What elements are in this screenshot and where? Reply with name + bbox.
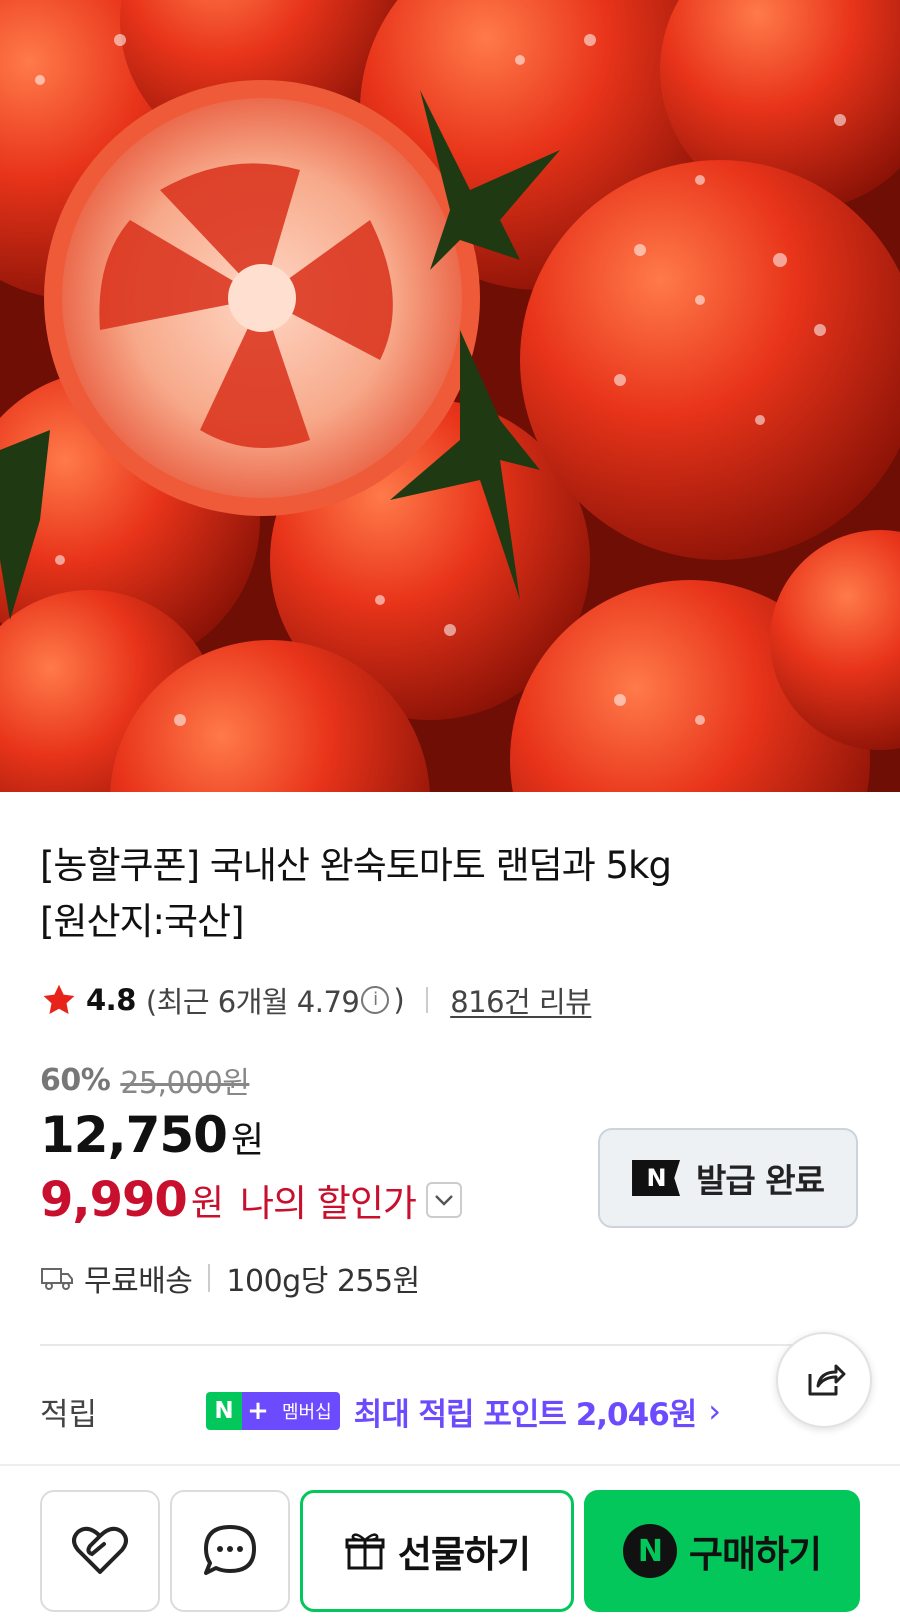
delivery-type: 무료배송 (84, 1264, 193, 1299)
review-count-link[interactable]: 816건 리뷰 (450, 979, 592, 1021)
points-row[interactable]: 적립 N + 멤버십 최대 적립 포인트 2,046원 › (40, 1386, 780, 1436)
gift-icon (345, 1533, 385, 1570)
sale-price-currency: 원 (230, 1120, 265, 1161)
naver-pay-n-icon: N (622, 1524, 677, 1578)
share-button[interactable] (776, 1332, 872, 1428)
shipping-row: 무료배송 100g당 255원 (40, 1258, 420, 1299)
product-image[interactable] (0, 0, 900, 792)
buy-button[interactable]: N 구매하기 (584, 1490, 860, 1612)
product-title-line1: [농할쿠폰] 국내산 완숙토마토 랜덤과 5kg (40, 844, 672, 887)
chevron-right-icon: › (708, 1392, 722, 1430)
rating-row: 4.8 (최근 6개월 4.79 i ) 816건 리뷰 (40, 979, 592, 1021)
coupon-issued-button[interactable]: N 발급 완료 (598, 1128, 858, 1228)
unit-price: 100g당 255원 (226, 1264, 420, 1299)
product-title-line2: [원산지:국산] (40, 900, 245, 943)
info-icon[interactable]: i (361, 986, 390, 1014)
points-label: 적립 (40, 1396, 98, 1433)
shipping-divider (208, 1264, 211, 1292)
membership-n-icon: N (206, 1392, 242, 1430)
my-price: 9,990 (40, 1172, 188, 1228)
sale-price: 12,750 (40, 1106, 228, 1164)
buy-button-label: 구매하기 (688, 1533, 822, 1576)
max-points-text: 최대 적립 포인트 2,046원 (353, 1396, 698, 1433)
product-title: [농할쿠폰] 국내산 완숙토마토 랜덤과 5kg [원산지:국산] (40, 838, 800, 950)
recent-rating-close: ) (393, 983, 405, 1017)
membership-badge-text: 멤버십 (274, 1392, 340, 1430)
membership-plus-icon: + (242, 1392, 274, 1430)
rating-divider (426, 987, 429, 1013)
naver-n-icon: N (632, 1160, 681, 1196)
tomato-photo (0, 0, 900, 792)
rating-score: 4.8 (86, 983, 136, 1017)
recent-rating: (최근 6개월 4.79 i ) (145, 979, 405, 1021)
chat-button[interactable] (170, 1490, 290, 1612)
truck-icon (41, 1268, 73, 1290)
share-icon (808, 1364, 846, 1396)
original-price: 25,000원 (120, 1066, 250, 1101)
discount-percent: 60% (40, 1062, 111, 1098)
membership-badge: N + 멤버십 (206, 1392, 340, 1430)
heart-icon (72, 1526, 128, 1574)
sale-price-row: 12,750 원 (40, 1106, 264, 1164)
star-icon (43, 984, 75, 1014)
chat-bubble-icon (204, 1525, 256, 1575)
chevron-down-icon[interactable] (425, 1182, 462, 1218)
recent-rating-text: (최근 6개월 4.79 (145, 985, 360, 1019)
wishlist-button[interactable] (40, 1490, 160, 1612)
my-price-currency: 원 (190, 1183, 224, 1224)
original-price-row: 60% 25,000원 (40, 1058, 250, 1102)
section-divider (40, 1344, 820, 1346)
gift-button-label: 선물하기 (397, 1533, 531, 1576)
gift-button[interactable]: 선물하기 (300, 1490, 574, 1612)
coupon-issued-label: 발급 완료 (696, 1161, 825, 1200)
my-price-label: 나의 할인가 (239, 1182, 417, 1225)
my-price-row[interactable]: 9,990 원 나의 할인가 (40, 1172, 462, 1228)
